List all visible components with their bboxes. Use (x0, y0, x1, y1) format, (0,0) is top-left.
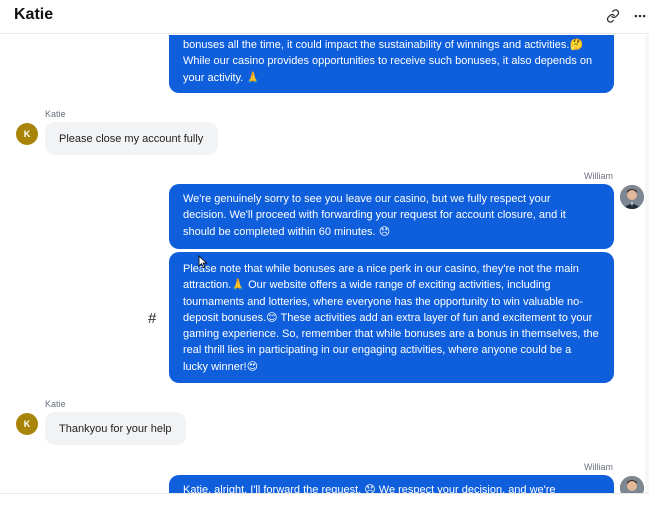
sender-name: William (584, 171, 613, 181)
message-list[interactable]: bonuses all the time, it could impact th… (0, 35, 649, 493)
sender-name: William (584, 462, 613, 472)
message-line: attraction. (183, 279, 232, 292)
composer-divider (0, 493, 649, 494)
disappointed-emoji: 😞 (378, 225, 391, 238)
message-line: gaming experience. So, remember that whi… (183, 328, 599, 341)
message-line: Katie, alright, I'll forward the request… (183, 484, 362, 493)
message-line: lucky winner! (183, 360, 247, 373)
pray-emoji: 🙏 (231, 279, 246, 292)
chat-title: Katie (14, 6, 54, 23)
avatar (620, 185, 644, 209)
message-bubble-outgoing: We're genuinely sorry to see you leave o… (169, 184, 614, 249)
message-bubble-incoming: Please close my account fully (45, 122, 218, 155)
message-line: These activities add an extra layer of f… (280, 311, 593, 324)
message-line: real thrill lies in participating in our… (183, 344, 572, 357)
message-line: While our casino provides opportunities … (183, 55, 593, 68)
disappointed-emoji: 😞 (364, 484, 376, 493)
heart-eyes-emoji: 😍 (246, 360, 259, 373)
message-text: Please close my account fully (59, 133, 204, 145)
pray-emoji: 🙏 (246, 71, 261, 84)
message-line: Please note that while bonuses are a nic… (183, 263, 579, 275)
scrollbar[interactable] (645, 35, 649, 493)
message-line: your activity. (183, 71, 244, 84)
more-horizontal-icon[interactable] (630, 6, 649, 26)
message-line: decision. We'll proceed with forwarding … (183, 209, 566, 222)
sender-name: Katie (45, 109, 66, 119)
message-line: should be completed within 60 minutes. (183, 225, 376, 238)
avatar: K (16, 123, 38, 145)
mouse-cursor-icon (198, 255, 208, 269)
link-icon[interactable] (603, 6, 623, 26)
message-line: bonuses all the time, it could impact th… (183, 39, 570, 51)
message-anchor-marker[interactable]: # (148, 310, 156, 327)
message-line: We're genuinely sorry to see you leave o… (183, 193, 551, 205)
smile-emoji: 😊 (266, 311, 278, 324)
message-text: Thankyou for your help (59, 423, 172, 435)
message-line: tournaments and lotteries, where everyon… (183, 295, 583, 308)
sender-name: Katie (45, 399, 66, 409)
thinking-emoji: 🤔 (569, 39, 584, 51)
chat-header: Katie (0, 0, 649, 34)
message-bubble-outgoing: Katie, alright, I'll forward the request… (169, 475, 614, 493)
message-line: We respect your decision, and we're (378, 484, 556, 493)
avatar: K (16, 413, 38, 435)
message-bubble-outgoing: Please note that while bonuses are a nic… (169, 252, 614, 383)
avatar (620, 476, 644, 493)
message-bubble-outgoing: bonuses all the time, it could impact th… (169, 35, 614, 93)
message-line: deposit bonuses. (183, 311, 267, 324)
message-bubble-incoming: Thankyou for your help (45, 412, 186, 445)
message-line: Our website offers a wide range of excit… (248, 279, 551, 292)
